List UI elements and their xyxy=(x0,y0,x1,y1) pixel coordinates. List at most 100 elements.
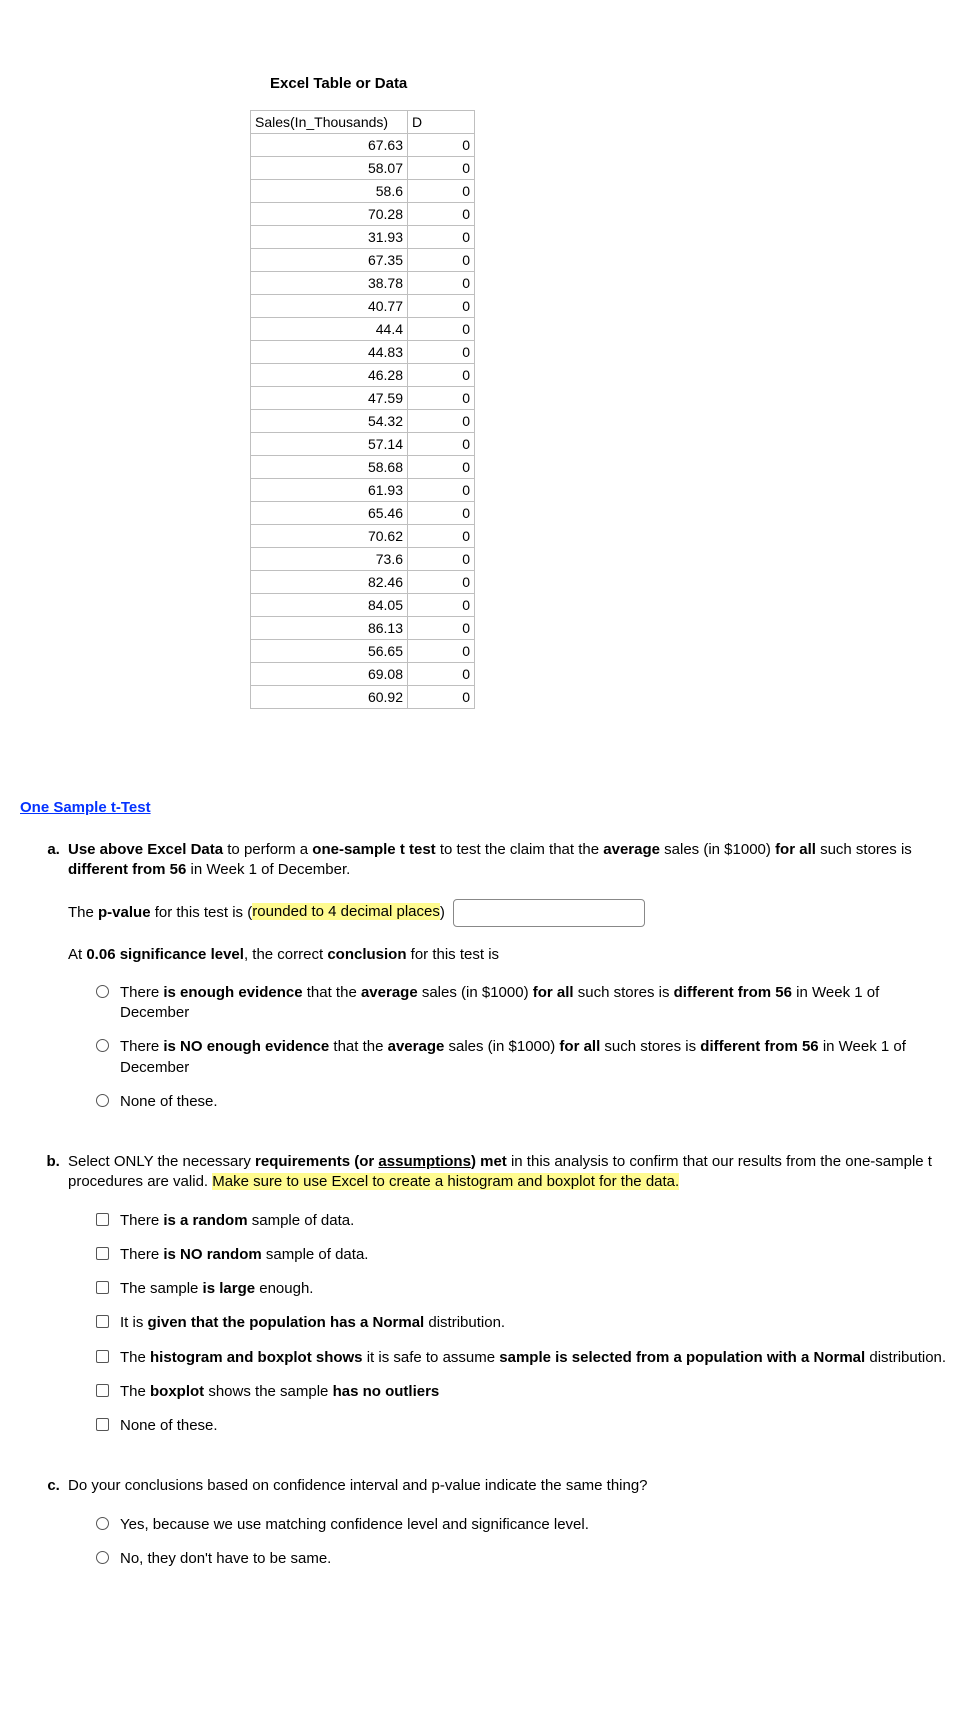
cell-sales: 67.35 xyxy=(251,249,408,272)
text: 0.06 significance level xyxy=(86,946,244,963)
text: to test the claim that the xyxy=(436,841,604,858)
cell-sales: 38.78 xyxy=(251,272,408,295)
text: for all xyxy=(533,984,574,1001)
cell-d: 0 xyxy=(408,594,475,617)
text: enough. xyxy=(255,1280,313,1297)
text: boxplot xyxy=(150,1383,204,1400)
cell-sales: 46.28 xyxy=(251,364,408,387)
radio-option[interactable]: None of these. xyxy=(96,1092,949,1112)
cell-d: 0 xyxy=(408,571,475,594)
text: Yes, because we use matching confidence … xyxy=(120,1516,589,1533)
checkbox-icon xyxy=(96,1350,109,1363)
checkbox-option[interactable]: It is given that the population has a No… xyxy=(96,1313,949,1333)
cell-sales: 58.07 xyxy=(251,157,408,180)
cell-d: 0 xyxy=(408,663,475,686)
text: There xyxy=(120,1038,163,1055)
table-row: 44.830 xyxy=(251,341,475,364)
cell-d: 0 xyxy=(408,479,475,502)
text: distribution. xyxy=(424,1314,505,1331)
col-header-d: D xyxy=(408,111,475,134)
cell-sales: 40.77 xyxy=(251,295,408,318)
table-row: 67.350 xyxy=(251,249,475,272)
radio-option[interactable]: Yes, because we use matching confidence … xyxy=(96,1515,949,1535)
highlight-text: rounded to 4 decimal places xyxy=(252,903,440,920)
text: It is xyxy=(120,1314,148,1331)
radio-option[interactable]: No, they don't have to be same. xyxy=(96,1549,949,1569)
radio-icon xyxy=(96,1517,109,1530)
cell-sales: 44.83 xyxy=(251,341,408,364)
text: shows the sample xyxy=(204,1383,332,1400)
text: The sample xyxy=(120,1280,203,1297)
text: is a random xyxy=(163,1212,247,1229)
text: sample of data. xyxy=(248,1212,355,1229)
radio-icon xyxy=(96,1094,109,1107)
text: one-sample t test xyxy=(312,841,435,858)
checkbox-option[interactable]: The boxplot shows the sample has no outl… xyxy=(96,1382,949,1402)
text: is NO enough evidence xyxy=(163,1038,329,1055)
checkbox-option[interactable]: The sample is large enough. xyxy=(96,1279,949,1299)
cell-d: 0 xyxy=(408,272,475,295)
text: At xyxy=(68,946,86,963)
cell-d: 0 xyxy=(408,410,475,433)
pvalue-input[interactable] xyxy=(453,899,645,927)
text: conclusion xyxy=(327,946,406,963)
radio-option[interactable]: There is enough evidence that the averag… xyxy=(96,983,949,1024)
question-a: Use above Excel Data to perform a one-sa… xyxy=(64,840,949,1112)
cell-sales: 31.93 xyxy=(251,226,408,249)
table-row: 57.140 xyxy=(251,433,475,456)
text: The xyxy=(68,903,98,920)
cell-d: 0 xyxy=(408,180,475,203)
text: is enough evidence xyxy=(163,984,302,1001)
cell-d: 0 xyxy=(408,433,475,456)
text: histogram and boxplot shows xyxy=(150,1349,363,1366)
cell-d: 0 xyxy=(408,134,475,157)
table-row: 58.60 xyxy=(251,180,475,203)
table-row: 58.070 xyxy=(251,157,475,180)
checkbox-option[interactable]: There is a random sample of data. xyxy=(96,1211,949,1231)
table-row: 73.60 xyxy=(251,548,475,571)
table-row: 31.930 xyxy=(251,226,475,249)
cell-d: 0 xyxy=(408,502,475,525)
checkbox-option[interactable]: The histogram and boxplot shows it is sa… xyxy=(96,1348,949,1368)
checkbox-option[interactable]: None of these. xyxy=(96,1416,949,1436)
text: sales (in $1000) xyxy=(444,1038,559,1055)
text: for this test is ( xyxy=(151,903,253,920)
checkbox-icon xyxy=(96,1418,109,1431)
text: None of these. xyxy=(120,1417,218,1434)
cell-sales: 56.65 xyxy=(251,640,408,663)
radio-option[interactable]: There is NO enough evidence that the ave… xyxy=(96,1037,949,1078)
cell-sales: 84.05 xyxy=(251,594,408,617)
text: distribution. xyxy=(865,1349,946,1366)
cell-sales: 86.13 xyxy=(251,617,408,640)
table-row: 82.460 xyxy=(251,571,475,594)
text: There xyxy=(120,1212,163,1229)
cell-sales: 70.28 xyxy=(251,203,408,226)
text: average xyxy=(603,841,660,858)
text: ) xyxy=(440,903,445,920)
table-row: 56.650 xyxy=(251,640,475,663)
table-row: 61.930 xyxy=(251,479,475,502)
table-row: 38.780 xyxy=(251,272,475,295)
text: p-value xyxy=(98,903,151,920)
text: such stores is xyxy=(574,984,674,1001)
table-row: 86.130 xyxy=(251,617,475,640)
text: in Week 1 of December. xyxy=(186,861,350,878)
checkbox-option[interactable]: There is NO random sample of data. xyxy=(96,1245,949,1265)
section-heading-link[interactable]: One Sample t-Test xyxy=(20,799,949,816)
table-row: 54.320 xyxy=(251,410,475,433)
text: given that the population has a Normal xyxy=(148,1314,425,1331)
checkbox-icon xyxy=(96,1281,109,1294)
text: is large xyxy=(203,1280,256,1297)
text: different from 56 xyxy=(674,984,792,1001)
cell-sales: 65.46 xyxy=(251,502,408,525)
text: such stores is xyxy=(816,841,912,858)
text: sample is selected from a population wit… xyxy=(499,1349,865,1366)
text: for this test is xyxy=(407,946,500,963)
cell-d: 0 xyxy=(408,617,475,640)
cell-d: 0 xyxy=(408,686,475,709)
cell-sales: 58.68 xyxy=(251,456,408,479)
text: Do your conclusions based on confidence … xyxy=(68,1476,949,1496)
text: There xyxy=(120,1246,163,1263)
cell-sales: 54.32 xyxy=(251,410,408,433)
text: that the xyxy=(303,984,361,1001)
